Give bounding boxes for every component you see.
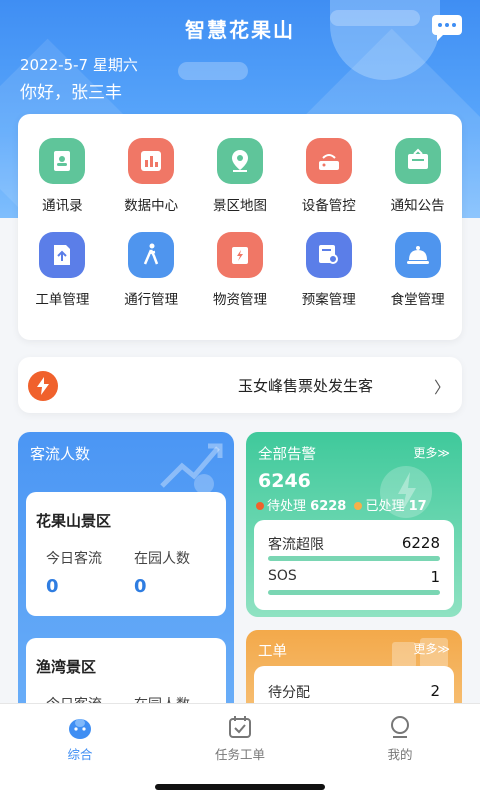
menu-item-label: 景区地图 (212, 198, 267, 214)
work-order-status-count: 2 (430, 682, 440, 700)
tab-overview[interactable]: 综合 (20, 714, 140, 763)
tab-label: 我的 (387, 747, 413, 762)
function-menu-grid: 通讯录 数据中心 景区地图 设备管控 通知公告工单管理 通行管理 物资管理 预案管理 食堂管理 (18, 138, 462, 308)
task-calendar-icon (229, 716, 251, 738)
user-icon (391, 716, 409, 738)
alarm-type-count: 1 (430, 568, 440, 586)
menu-item[interactable]: 食堂管理 (373, 232, 462, 308)
contacts-icon (39, 138, 86, 184)
alarm-total: 6246 (258, 470, 311, 492)
alarm-progress-bar (268, 556, 440, 561)
scenic-name: 花果山景区 (36, 512, 112, 530)
menu-item[interactable]: 景区地图 (196, 138, 285, 214)
work-order-status-label: 待分配 (268, 685, 310, 701)
tab-label: 任务工单 (214, 747, 265, 762)
visitor-panel-title: 客流人数 (30, 445, 91, 463)
notice-board-icon (394, 138, 441, 184)
menu-item[interactable]: 通行管理 (107, 232, 196, 308)
plan-search-icon (305, 232, 352, 278)
today-visitors-label: 今日客流 (46, 551, 102, 567)
menu-item-label: 设备管控 (301, 198, 356, 214)
menu-item[interactable]: 预案管理 (284, 232, 373, 308)
bar-chart-icon (128, 138, 175, 184)
router-icon (305, 138, 352, 184)
tab-label: 综合 (67, 747, 93, 762)
work-order-icon (39, 232, 86, 278)
alarm-type-count: 6228 (401, 534, 440, 552)
menu-item-label: 数据中心 (124, 198, 179, 214)
menu-item[interactable]: 通讯录 (18, 138, 107, 214)
work-order-title: 工单 (258, 644, 287, 660)
menu-item-label: 预案管理 (301, 292, 356, 308)
greeting-text: 你好，张三丰 (20, 83, 122, 103)
menu-item-label: 工单管理 (35, 292, 90, 308)
function-menu-card: 通讯录 数据中心 景区地图 设备管控 通知公告工单管理 通行管理 物资管理 预案管理 食堂管理 (18, 114, 462, 340)
alarm-status-summary: 待处理 6228 已处理 17 (256, 495, 427, 514)
pending-count: 6228 (310, 499, 347, 514)
menu-item[interactable]: 数据中心 (107, 138, 196, 214)
menu-item[interactable]: 通知公告 (373, 138, 462, 214)
visitor-count-panel: 客流人数 花果山景区 今日客流 在园人数 0 0 渔湾景区 今日客流 在园人数 (18, 432, 234, 722)
app-title: 智慧花果山 (185, 18, 295, 42)
in-park-label: 在园人数 (134, 551, 190, 567)
done-count: 17 (408, 499, 427, 514)
alarm-panel-title: 全部告警 (258, 447, 316, 463)
lightning-icon (28, 371, 58, 401)
scenic-card[interactable]: 花果山景区 今日客流 在园人数 0 0 (26, 492, 226, 616)
menu-item-label: 食堂管理 (390, 292, 445, 308)
menu-item-label: 通行管理 (124, 292, 179, 308)
alarm-type-label: SOS (268, 568, 297, 584)
walking-person-icon (128, 232, 175, 278)
today-visitors-value: 0 (46, 576, 59, 597)
alarm-detail-card[interactable]: 客流超限 6228 SOS 1 (254, 520, 454, 610)
cloud-decoration (178, 62, 248, 80)
tab-tasks[interactable]: 任务工单 (180, 714, 300, 763)
overview-tab-icon (69, 719, 91, 739)
tab-mine[interactable]: 我的 (340, 714, 460, 763)
pending-label: 待处理 (267, 499, 307, 514)
announcement-bar[interactable]: 玉女峰售票处发生客 〉 (18, 357, 462, 413)
trend-chart-icon (160, 443, 223, 494)
map-pin-icon (216, 138, 263, 184)
done-label: 已处理 (365, 499, 405, 514)
alarm-progress-bar (268, 590, 440, 595)
alarm-type-label: 客流超限 (268, 537, 324, 553)
menu-item[interactable]: 工单管理 (18, 232, 107, 308)
menu-item-label: 通讯录 (42, 198, 83, 214)
menu-item[interactable]: 设备管控 (284, 138, 373, 214)
chevron-right-icon: 〉 (433, 378, 450, 397)
pending-dot-icon (256, 502, 264, 510)
announcement-text: 玉女峰售票处发生客 (238, 377, 374, 395)
supplies-icon (216, 232, 263, 278)
menu-item-label: 通知公告 (390, 198, 445, 214)
chat-bubble-icon (432, 15, 462, 41)
home-indicator[interactable] (155, 784, 325, 790)
menu-item-label: 物资管理 (212, 292, 267, 308)
done-dot-icon (354, 502, 363, 510)
alarm-panel: 全部告警 更多≫ 6246 待处理 6228 已处理 17 客流超限 6228 … (246, 432, 462, 617)
current-date: 2022-5-7 星期六 (20, 56, 138, 74)
menu-item[interactable]: 物资管理 (196, 232, 285, 308)
alarm-more-link[interactable]: 更多≫ (413, 444, 450, 461)
work-order-more-link[interactable]: 更多≫ (413, 640, 450, 657)
cloche-icon (394, 232, 441, 278)
message-button[interactable] (431, 14, 463, 42)
in-park-value: 0 (134, 576, 147, 597)
scenic-name: 渔湾景区 (36, 658, 97, 676)
